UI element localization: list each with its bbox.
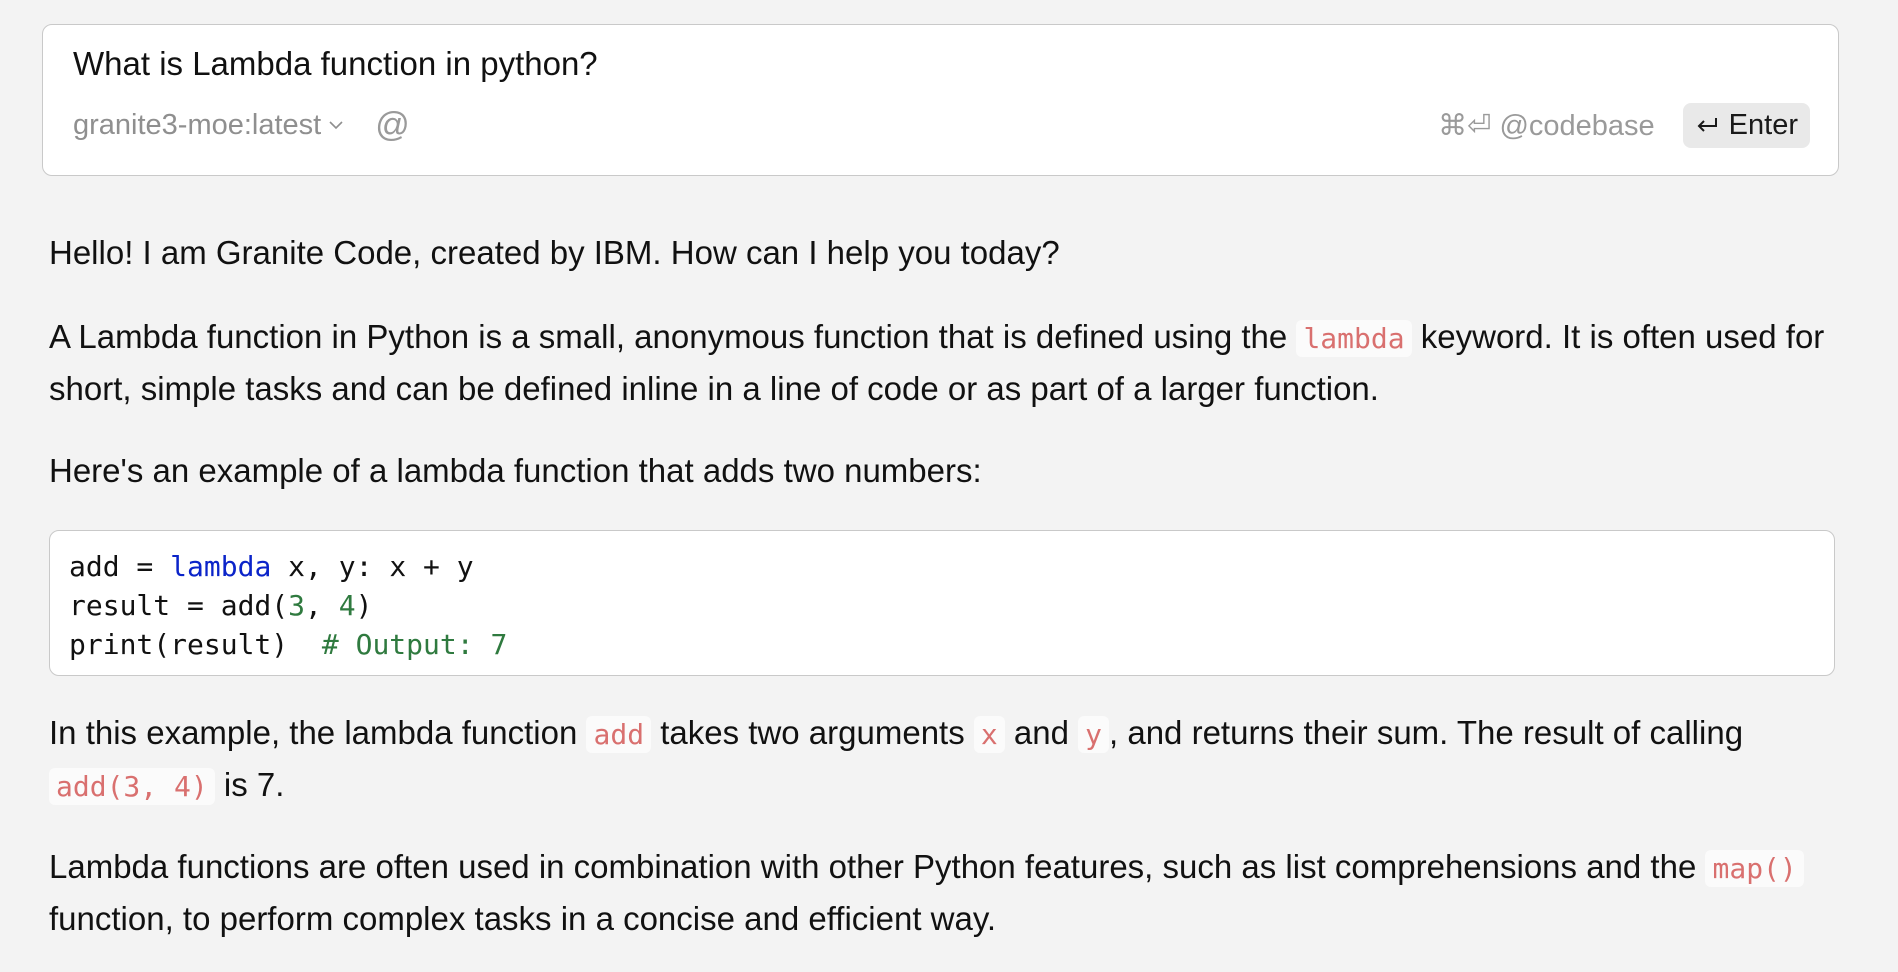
codebase-shortcut[interactable]: ⌘⏎ @codebase — [1438, 108, 1655, 143]
inline-code: y — [1078, 716, 1110, 753]
response-paragraph: A Lambda function in Python is a small, … — [49, 312, 1839, 414]
at-mention-icon[interactable]: @ — [375, 108, 410, 142]
question-text[interactable]: What is Lambda function in python? — [73, 45, 598, 83]
text-span: function, to perform complex tasks in a … — [49, 900, 997, 937]
inline-code: x — [973, 716, 1005, 753]
inline-code: map() — [1705, 850, 1804, 887]
code-keyword: lambda — [170, 550, 272, 583]
inline-code: lambda — [1296, 320, 1412, 357]
code-token: add = — [69, 550, 171, 583]
code-token: ) — [355, 589, 373, 622]
code-token: x, y: x + y — [271, 550, 474, 583]
response-paragraph: In this example, the lambda function add… — [49, 708, 1839, 812]
text-span: A Lambda function in Python is a small, … — [49, 318, 1288, 355]
chevron-down-icon — [329, 121, 343, 130]
model-name: granite3-moe:latest — [73, 108, 322, 141]
return-icon — [1697, 118, 1717, 132]
enter-button-label: Enter — [1728, 108, 1798, 141]
codebase-shortcut-label: ⌘⏎ @codebase — [1438, 109, 1655, 142]
text-span: is 7. — [223, 766, 285, 803]
text-span: , and returns their sum. The result of c… — [1109, 714, 1744, 751]
response-paragraph: Here's an example of a lambda function t… — [49, 452, 982, 489]
text-span: takes two arguments — [660, 714, 965, 751]
text-span: Lambda functions are often used in combi… — [49, 848, 1697, 885]
code-comment: # Output: 7 — [321, 628, 508, 661]
code-token: print(result) — [69, 628, 322, 661]
input-toolbar: granite3-moe:latest @ ⌘⏎ @codebase Enter — [73, 101, 1810, 149]
code-block[interactable]: add = lambda x, y: x + y result = add(3,… — [49, 530, 1835, 676]
text-span: In this example, the lambda function — [49, 714, 578, 751]
code-token: , — [305, 589, 339, 622]
inline-code: add(3, 4) — [49, 768, 215, 805]
chat-input-box[interactable]: What is Lambda function in python? grani… — [42, 24, 1839, 176]
greeting-text: Hello! I am Granite Code, created by IBM… — [49, 234, 1060, 271]
code-token: result = add( — [69, 589, 289, 622]
code-number: 3 — [288, 589, 306, 622]
response-paragraph: Lambda functions are often used in combi… — [49, 842, 1839, 944]
inline-code: add — [586, 716, 652, 753]
model-select[interactable]: granite3-moe:latest — [73, 109, 343, 142]
text-span: and — [1013, 714, 1069, 751]
enter-button[interactable]: Enter — [1682, 102, 1810, 148]
code-number: 4 — [338, 589, 356, 622]
